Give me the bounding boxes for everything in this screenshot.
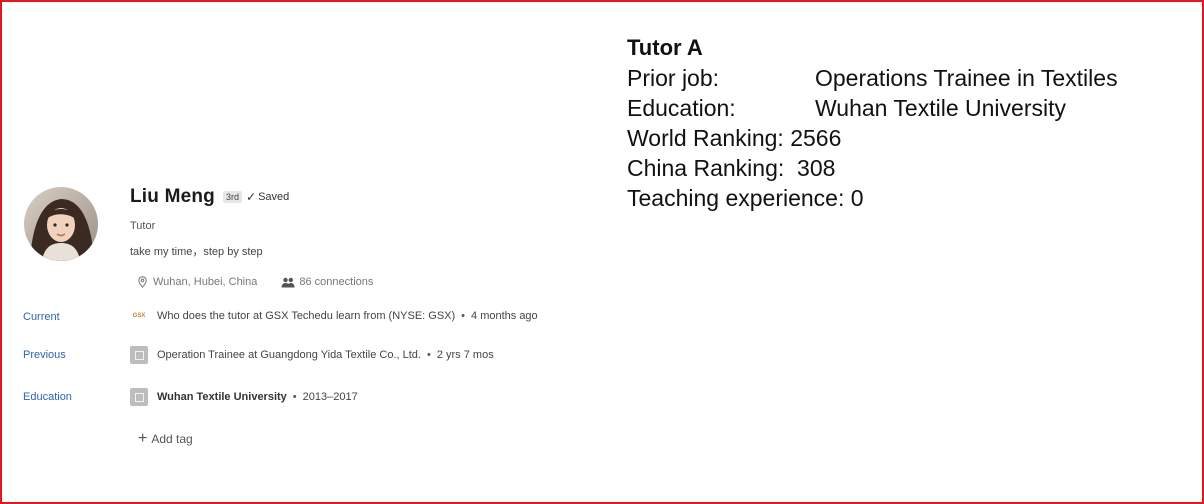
gsx-logo-icon: GSX [132, 313, 146, 319]
separator-dot: • [292, 391, 297, 403]
education-years: 2013–2017 [302, 391, 358, 403]
location-pin-icon [138, 276, 147, 288]
section-education: Wuhan Textile University • 2013–2017 [130, 388, 358, 406]
school-logo-icon [130, 388, 148, 406]
summary-value: Wuhan Textile University [815, 95, 1066, 121]
profile-tagline: take my time，step by step [130, 246, 263, 258]
profile-location: Wuhan, Hubei, China [153, 276, 258, 288]
summary-row-world-ranking: World Ranking: 2566 [627, 123, 1118, 153]
section-current: GSX Who does the tutor at GSX Techedu le… [130, 310, 538, 322]
connection-degree-badge: 3rd [222, 191, 242, 203]
summary-value: Operations Trainee in Textiles [815, 65, 1118, 91]
company-logo-icon [130, 346, 148, 364]
summary-label: Education: [627, 95, 736, 121]
saved-status[interactable]: ✓ Saved [246, 190, 289, 204]
connections-link[interactable]: 86 connections [281, 276, 373, 288]
summary-value: 308 [797, 155, 836, 181]
profile-name-row: Liu Meng 3rd ✓ Saved [130, 186, 289, 208]
summary-row-prior-job: Prior job: Operations Trainee in Textiles [627, 63, 1118, 93]
profile-headline: Tutor [130, 220, 156, 232]
summary-title: Tutor A [627, 35, 703, 60]
saved-label: Saved [258, 191, 290, 203]
connections-count: 86 connections [299, 276, 374, 288]
profile-meta: Wuhan, Hubei, China 86 connections [138, 276, 373, 288]
tutor-summary: Tutor A Prior job: Operations Trainee in … [627, 33, 1118, 213]
section-label-current: Current [23, 311, 60, 323]
section-previous: Operation Trainee at Guangdong Yida Text… [130, 346, 494, 364]
plus-icon: + [138, 430, 148, 447]
add-tag-label: Add tag [151, 432, 193, 446]
add-tag-button[interactable]: + Add tag [138, 430, 193, 447]
summary-label: World Ranking: [627, 125, 784, 151]
separator-dot: • [426, 349, 431, 361]
summary-row-teaching-experience: Teaching experience: 0 [627, 183, 1118, 213]
people-icon [281, 277, 295, 287]
previous-position[interactable]: Operation Trainee at Guangdong Yida Text… [157, 349, 421, 361]
current-time: 4 months ago [471, 310, 538, 322]
summary-row-education: Education: Wuhan Textile University [627, 93, 1118, 123]
summary-value: 0 [850, 185, 864, 211]
summary-row-china-ranking: China Ranking: 308 [627, 153, 1118, 183]
avatar-photo [24, 187, 98, 261]
previous-duration: 2 yrs 7 mos [436, 349, 494, 361]
summary-label: Teaching experience: [627, 185, 845, 211]
summary-label: China Ranking: [627, 155, 785, 181]
profile-name[interactable]: Liu Meng [130, 186, 215, 208]
section-label-education: Education [23, 391, 72, 403]
avatar[interactable] [24, 187, 98, 261]
summary-value: 2566 [790, 125, 842, 151]
current-position[interactable]: Who does the tutor at GSX Techedu learn … [157, 310, 455, 322]
separator-dot: • [461, 310, 466, 322]
check-icon: ✓ [246, 190, 257, 204]
education-school[interactable]: Wuhan Textile University [157, 391, 287, 403]
summary-label: Prior job: [627, 65, 720, 91]
section-label-previous: Previous [23, 349, 66, 361]
